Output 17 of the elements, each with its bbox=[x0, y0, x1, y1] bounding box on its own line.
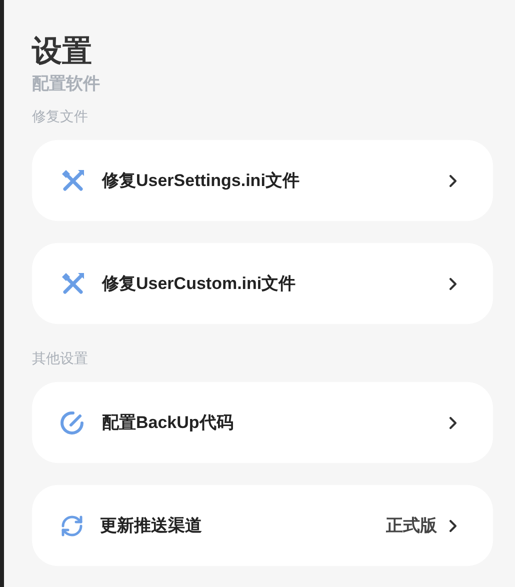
page-subtitle: 配置软件 bbox=[32, 73, 101, 95]
item-label: 更新推送渠道 bbox=[100, 514, 203, 537]
section-label: 其他设置 bbox=[32, 349, 89, 368]
item-value: 正式版 bbox=[386, 514, 437, 537]
section-label: 修复文件 bbox=[32, 107, 89, 126]
tools-icon bbox=[60, 270, 86, 296]
settings-item[interactable]: 修复UserCustom.ini文件 bbox=[32, 243, 493, 324]
page-title: 设置 bbox=[32, 34, 93, 70]
item-label: 修复UserSettings.ini文件 bbox=[102, 170, 300, 192]
tools-icon bbox=[60, 168, 86, 194]
item-label: 修复UserCustom.ini文件 bbox=[102, 272, 297, 295]
item-label: 配置BackUp代码 bbox=[102, 412, 234, 434]
settings-item[interactable]: 修复UserSettings.ini文件 bbox=[32, 140, 493, 221]
settings-item[interactable]: 配置BackUp代码 bbox=[32, 382, 493, 463]
settings-item[interactable]: 更新推送渠道 正式版 bbox=[32, 485, 493, 566]
edit-icon bbox=[60, 410, 86, 436]
sync-icon bbox=[60, 514, 84, 538]
